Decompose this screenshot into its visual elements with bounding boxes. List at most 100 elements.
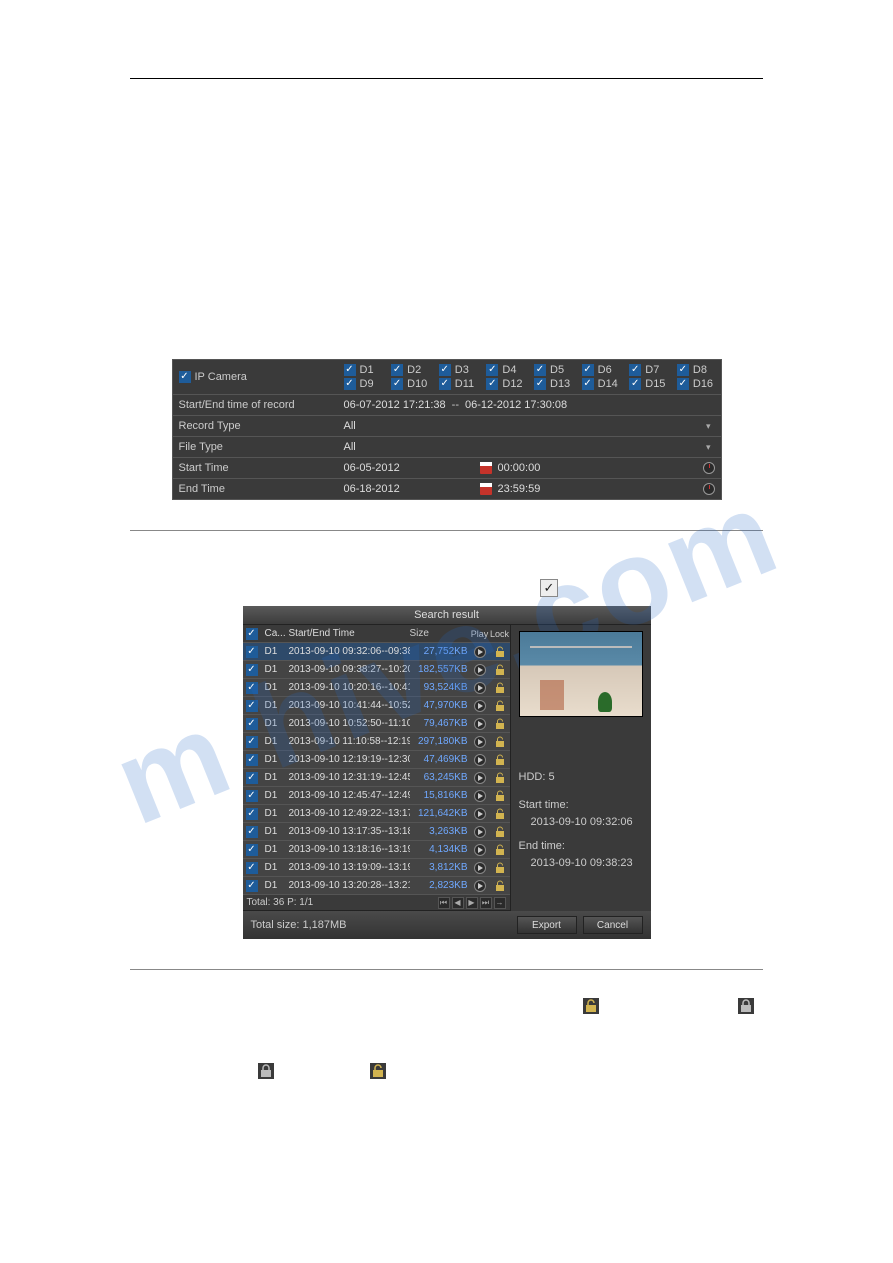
record-type-value: All <box>344 420 356 432</box>
row-checkbox[interactable]: ✓ <box>246 808 258 820</box>
table-row[interactable]: ✓D12013-09-10 10:52:50--11:10:5679,467KB <box>243 715 510 733</box>
camera-checkbox-d11[interactable]: ✓D11 <box>439 378 477 390</box>
pager-prev[interactable]: ◀ <box>452 897 464 909</box>
file-type-dropdown[interactable]: All ▾ <box>338 437 721 457</box>
play-icon[interactable] <box>474 844 486 856</box>
clock-icon[interactable] <box>703 483 715 495</box>
unlock-icon[interactable] <box>494 772 506 784</box>
play-icon[interactable] <box>474 754 486 766</box>
table-row[interactable]: ✓D12013-09-10 13:20:28--13:21:002,823KB <box>243 877 510 895</box>
camera-checkbox-d12[interactable]: ✓D12 <box>486 378 524 390</box>
pager-first[interactable]: ⏮ <box>438 897 450 909</box>
unlock-icon[interactable] <box>494 700 506 712</box>
camera-checkbox-d13[interactable]: ✓D13 <box>534 378 572 390</box>
camera-label: D8 <box>693 364 707 376</box>
table-row[interactable]: ✓D12013-09-10 13:19:09--13:19:583,812KB <box>243 859 510 877</box>
result-footer: Total: 36 P: 1/1 ⏮ ◀ ▶ ⏭ → <box>243 895 510 911</box>
record-type-dropdown[interactable]: All ▾ <box>338 416 721 436</box>
calendar-icon[interactable] <box>480 483 492 495</box>
pager-next[interactable]: ▶ <box>466 897 478 909</box>
table-row[interactable]: ✓D12013-09-10 13:17:35--13:18:123,263KB <box>243 823 510 841</box>
camera-checkbox-d6[interactable]: ✓D6 <box>582 364 620 376</box>
row-checkbox[interactable]: ✓ <box>246 664 258 676</box>
unlock-icon[interactable] <box>494 718 506 730</box>
table-row[interactable]: ✓D12013-09-10 12:31:19--12:45:4463,245KB <box>243 769 510 787</box>
unlock-icon[interactable] <box>494 736 506 748</box>
unlock-icon[interactable] <box>494 808 506 820</box>
camera-checkbox-d3[interactable]: ✓D3 <box>439 364 477 376</box>
lock-icon <box>738 998 754 1014</box>
table-row[interactable]: ✓D12013-09-10 10:20:16--10:41:4093,524KB <box>243 679 510 697</box>
camera-checkbox-d15[interactable]: ✓D15 <box>629 378 667 390</box>
row-checkbox[interactable]: ✓ <box>246 682 258 694</box>
start-time-input[interactable]: 00:00:00 <box>498 462 697 474</box>
play-icon[interactable] <box>474 646 486 658</box>
row-checkbox[interactable]: ✓ <box>246 790 258 802</box>
table-row[interactable]: ✓D12013-09-10 10:41:44--10:52:3747,970KB <box>243 697 510 715</box>
row-checkbox[interactable]: ✓ <box>246 700 258 712</box>
end-date-input[interactable]: 06-18-2012 <box>344 483 474 495</box>
table-row[interactable]: ✓D12013-09-10 12:19:19--12:30:1247,469KB <box>243 751 510 769</box>
unlock-icon[interactable] <box>494 844 506 856</box>
export-button[interactable]: Export <box>517 916 577 934</box>
calendar-icon[interactable] <box>480 462 492 474</box>
camera-checkbox-d1[interactable]: ✓D1 <box>344 364 382 376</box>
unlock-icon[interactable] <box>494 862 506 874</box>
table-row[interactable]: ✓D12013-09-10 09:32:06--09:38:2327,752KB <box>243 643 510 661</box>
play-icon[interactable] <box>474 772 486 784</box>
play-icon[interactable] <box>474 736 486 748</box>
select-all-checkbox[interactable]: ✓ <box>246 628 258 640</box>
row-checkbox[interactable]: ✓ <box>246 826 258 838</box>
table-row[interactable]: ✓D12013-09-10 12:49:22--13:17:13121,642K… <box>243 805 510 823</box>
row-checkbox[interactable]: ✓ <box>246 862 258 874</box>
start-date-input[interactable]: 06-05-2012 <box>344 462 474 474</box>
camera-checkbox-d9[interactable]: ✓D9 <box>344 378 382 390</box>
unlock-icon[interactable] <box>494 790 506 802</box>
play-icon[interactable] <box>474 826 486 838</box>
unlock-icon[interactable] <box>494 664 506 676</box>
camera-checkbox-d4[interactable]: ✓D4 <box>486 364 524 376</box>
row-camera: D1 <box>265 700 289 711</box>
table-row[interactable]: ✓D12013-09-10 11:10:58--12:19:19297,180K… <box>243 733 510 751</box>
row-checkbox[interactable]: ✓ <box>246 772 258 784</box>
end-time-input[interactable]: 23:59:59 <box>498 483 697 495</box>
play-icon[interactable] <box>474 682 486 694</box>
row-checkbox[interactable]: ✓ <box>246 646 258 658</box>
lock-icon <box>258 1063 274 1079</box>
camera-checkbox-d7[interactable]: ✓D7 <box>629 364 667 376</box>
play-icon[interactable] <box>474 664 486 676</box>
play-icon[interactable] <box>474 862 486 874</box>
clock-icon[interactable] <box>703 462 715 474</box>
table-row[interactable]: ✓D12013-09-10 09:38:27--10:20:14182,557K… <box>243 661 510 679</box>
camera-checkbox-d16[interactable]: ✓D16 <box>677 378 715 390</box>
camera-checkbox-d10[interactable]: ✓D10 <box>391 378 429 390</box>
ip-camera-checkbox[interactable]: ✓ <box>179 371 191 383</box>
unlock-icon[interactable] <box>494 682 506 694</box>
play-icon[interactable] <box>474 808 486 820</box>
table-row[interactable]: ✓D12013-09-10 12:45:47--12:49:2015,816KB <box>243 787 510 805</box>
play-icon[interactable] <box>474 700 486 712</box>
pager-jump[interactable]: → <box>494 897 506 909</box>
end-time-meta-label: End time: <box>519 838 651 856</box>
row-checkbox[interactable]: ✓ <box>246 718 258 730</box>
pager-last[interactable]: ⏭ <box>480 897 492 909</box>
unlock-icon[interactable] <box>494 826 506 838</box>
unlock-icon[interactable] <box>494 646 506 658</box>
camera-checkbox-d5[interactable]: ✓D5 <box>534 364 572 376</box>
record-type-row: Record Type All ▾ <box>173 416 721 437</box>
row-checkbox[interactable]: ✓ <box>246 844 258 856</box>
row-checkbox[interactable]: ✓ <box>246 736 258 748</box>
ip-camera-label: IP Camera <box>195 371 247 383</box>
camera-checkbox-d2[interactable]: ✓D2 <box>391 364 429 376</box>
play-icon[interactable] <box>474 790 486 802</box>
unlock-icon[interactable] <box>494 754 506 766</box>
camera-checkbox-d14[interactable]: ✓D14 <box>582 378 620 390</box>
row-checkbox[interactable]: ✓ <box>246 880 258 892</box>
cancel-button[interactable]: Cancel <box>583 916 643 934</box>
table-row[interactable]: ✓D12013-09-10 13:18:16--13:19:074,134KB <box>243 841 510 859</box>
row-checkbox[interactable]: ✓ <box>246 754 258 766</box>
unlock-icon[interactable] <box>494 880 506 892</box>
camera-checkbox-d8[interactable]: ✓D8 <box>677 364 715 376</box>
play-icon[interactable] <box>474 718 486 730</box>
play-icon[interactable] <box>474 880 486 892</box>
